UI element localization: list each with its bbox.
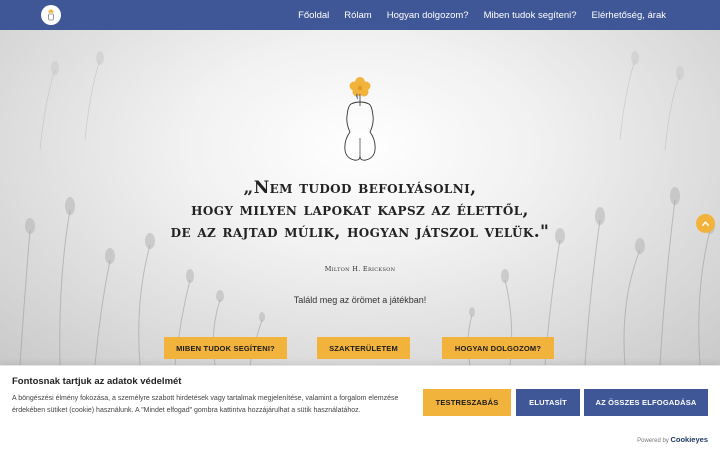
accept-all-button[interactable]: AZ ÖSSZES ELFOGADÁSA <box>584 389 708 416</box>
scroll-to-top-button[interactable] <box>696 214 715 233</box>
main-menu: Főoldal Rólam Hogyan dolgozom? Miben tud… <box>298 0 666 30</box>
powered-by-cookieyes[interactable]: Powered by Cookieyes <box>637 435 708 444</box>
hero-tagline: Találd meg az örömet a játékban! <box>293 295 427 305</box>
menu-item-fooldal[interactable]: Főoldal <box>298 10 329 21</box>
hero-quote: „Nem tudod befolyásolni, hogy milyen lap… <box>60 177 660 243</box>
quote-line: hogy milyen lapokat kapsz az élettől, <box>191 200 529 220</box>
hogyan-dolgozom-button[interactable]: HOGYAN DOLGOZOM? <box>442 337 554 359</box>
top-navbar: Főoldal Rólam Hogyan dolgozom? Miben tud… <box>0 0 720 30</box>
quote-author: Milton H. Erickson <box>324 265 396 273</box>
cookie-consent-banner: Fontosnak tartjuk az adatok védelmét A b… <box>0 365 720 450</box>
cookie-title: Fontosnak tartjuk az adatok védelmét <box>12 376 182 387</box>
szakteruletem-button[interactable]: SZAKTERÜLETEM <box>317 337 410 359</box>
menu-item-miben-tudok-segiteni[interactable]: Miben tudok segíteni? <box>484 10 577 21</box>
reject-button[interactable]: ELUTASÍT <box>516 389 580 416</box>
woman-with-flower-illustration <box>344 77 376 161</box>
cookieyes-brand: Cookieyes <box>670 435 708 444</box>
woman-flower-logo-icon[interactable] <box>41 5 61 25</box>
menu-item-hogyan-dolgozom[interactable]: Hogyan dolgozom? <box>387 10 469 21</box>
chevron-up-icon <box>702 221 709 227</box>
cookie-description: A böngészési élmény fokozása, a személyr… <box>12 395 399 414</box>
powered-by-label: Powered by <box>637 438 669 444</box>
miben-tudok-segiteni-button[interactable]: MIBEN TUDOK SEGÍTENI? <box>164 337 287 359</box>
hero-section: „Nem tudod befolyásolni, hogy milyen lap… <box>0 30 720 365</box>
quote-line: de az rajtad múlik, hogyan játszol velük… <box>170 222 550 242</box>
menu-item-rolam[interactable]: Rólam <box>344 10 371 21</box>
quote-line: „Nem tudod befolyásolni, <box>243 178 477 198</box>
customize-button[interactable]: TESTRESZABÁS <box>423 389 511 416</box>
menu-item-elerhetoseg-arak[interactable]: Elérhetőség, árak <box>592 10 666 21</box>
